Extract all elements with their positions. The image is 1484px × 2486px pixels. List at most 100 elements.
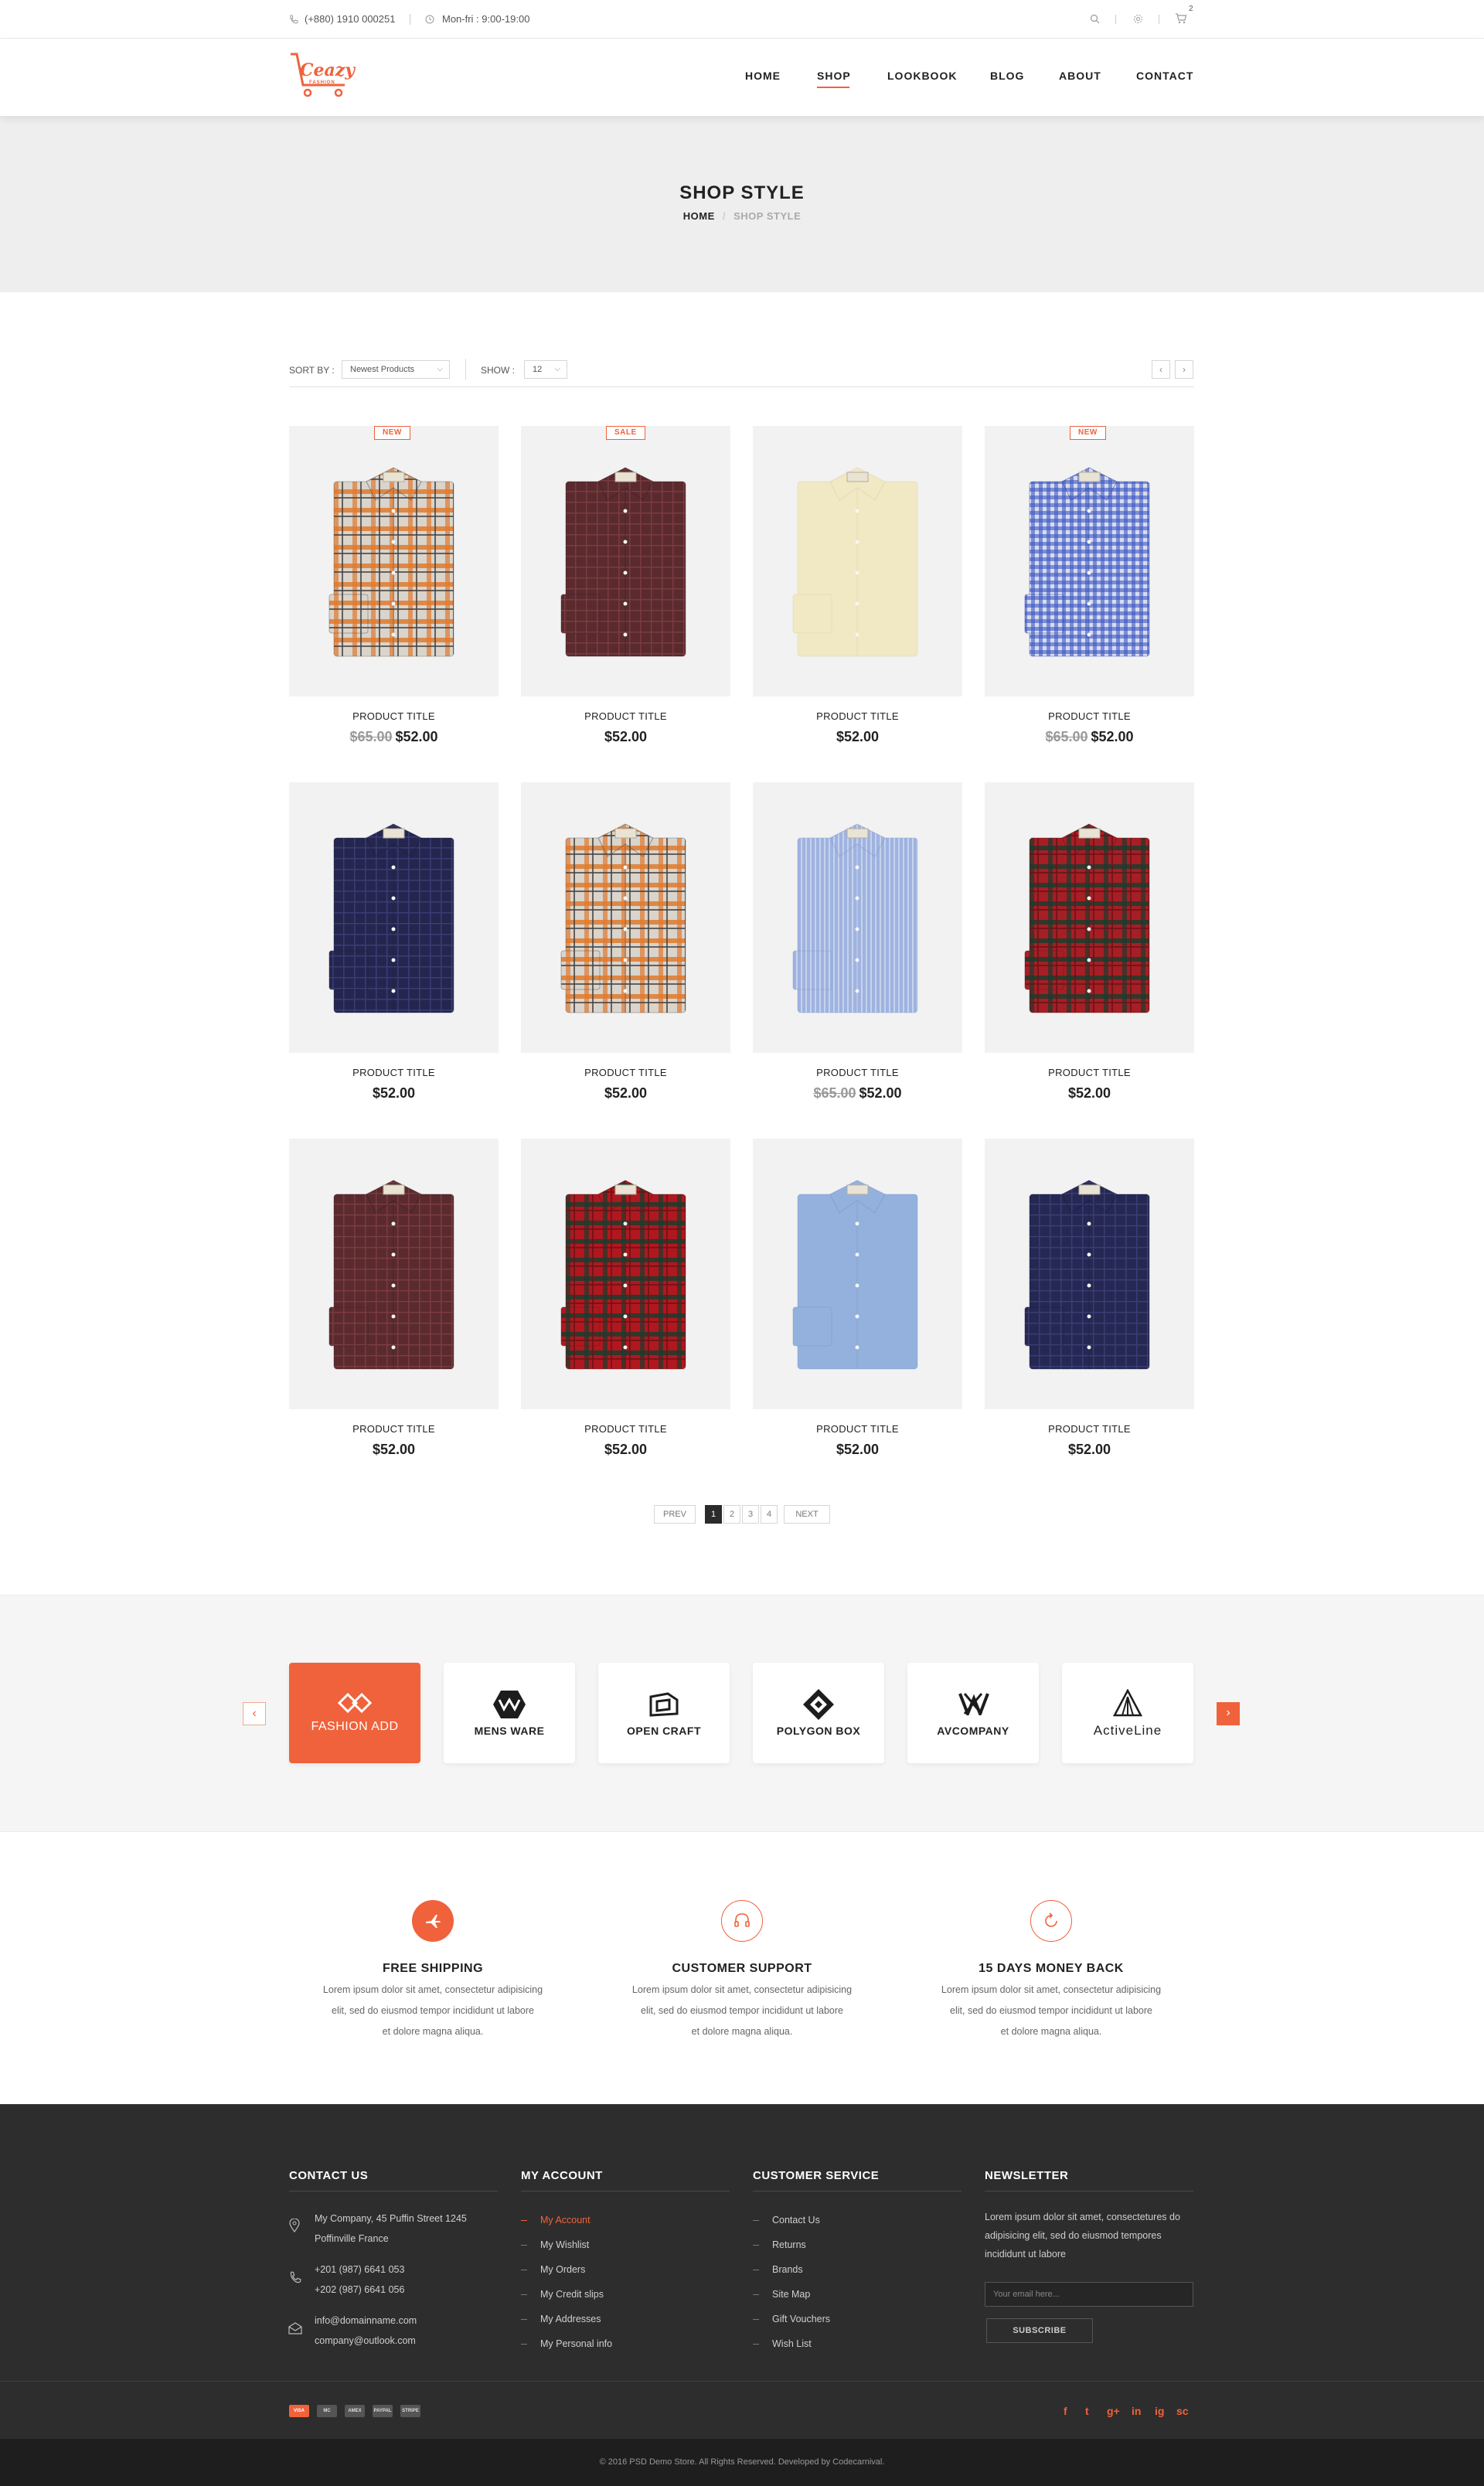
phone-number: (+880) 1910 000251 xyxy=(305,13,396,25)
subscribe-button[interactable]: SUBSCRIBE xyxy=(986,2318,1093,2343)
email-link[interactable]: info@domainname.com xyxy=(315,2311,417,2331)
breadcrumb: HOME / SHOP STYLE xyxy=(0,210,1484,222)
breadcrumb-home[interactable]: HOME xyxy=(683,210,715,222)
pagination-page-4[interactable]: 4 xyxy=(761,1505,778,1524)
service-text: Lorem ipsum dolor sit amet, consectetur … xyxy=(924,1980,1179,2042)
footer-link[interactable]: My Orders xyxy=(540,2264,585,2275)
newsletter-email-input[interactable]: Your email here... xyxy=(985,2282,1193,2307)
nav-blog[interactable]: BLOG xyxy=(990,70,1024,82)
nav-shop[interactable]: SHOP xyxy=(817,70,851,82)
refresh-icon xyxy=(1045,1912,1057,1927)
footer-emails: info@domainname.com company@outlook.com xyxy=(315,2311,417,2351)
nav-contact[interactable]: CONTACT xyxy=(1136,70,1193,82)
footer-link[interactable]: Brands xyxy=(772,2264,803,2275)
product-image[interactable] xyxy=(753,426,962,696)
product-image[interactable] xyxy=(985,1139,1194,1409)
footer-link[interactable]: My Addresses xyxy=(540,2314,601,2324)
product-title[interactable]: PRODUCT TITLE xyxy=(521,710,730,722)
search-icon[interactable] xyxy=(1090,14,1100,28)
product-price: $52.00 xyxy=(289,1442,499,1458)
divider xyxy=(0,2381,1484,2382)
product-image[interactable] xyxy=(521,426,730,696)
product-title[interactable]: PRODUCT TITLE xyxy=(521,1067,730,1078)
nav-about[interactable]: ABOUT xyxy=(1059,70,1101,82)
list-bullet xyxy=(521,2294,527,2295)
brand-fashion-add[interactable]: FASHION ADD xyxy=(289,1663,420,1763)
cart-icon[interactable] xyxy=(1175,12,1187,28)
current-price: $52.00 xyxy=(836,729,880,744)
plane-icon xyxy=(426,1915,441,1928)
brand-polygon-box[interactable]: POLYGON BOX xyxy=(753,1663,884,1763)
product-title[interactable]: PRODUCT TITLE xyxy=(753,710,962,722)
product-title[interactable]: PRODUCT TITLE xyxy=(289,1423,499,1435)
footer-link[interactable]: My Account xyxy=(540,2215,591,2225)
product-image[interactable] xyxy=(521,1139,730,1409)
pagination-page-3[interactable]: 3 xyxy=(742,1505,759,1524)
sort-select[interactable]: Newest Products ⌵ xyxy=(342,360,450,379)
service-title: 15 DAYS MONEY BACK xyxy=(979,1962,1124,1975)
brand-activeline[interactable]: ActiveLine xyxy=(1062,1663,1193,1763)
google-plus-icon[interactable]: g+ xyxy=(1107,2405,1120,2417)
footer-link[interactable]: Returns xyxy=(772,2239,806,2250)
service-title: FREE SHIPPING xyxy=(382,1962,484,1975)
linkedin-icon[interactable]: in xyxy=(1132,2405,1141,2417)
soundcloud-icon[interactable]: sc xyxy=(1176,2405,1189,2417)
chevron-down-icon: ⌵ xyxy=(437,365,443,373)
product-title[interactable]: PRODUCT TITLE xyxy=(521,1423,730,1435)
service-text-line: Lorem ipsum dolor sit amet, consectetur … xyxy=(631,1984,853,1995)
product-title[interactable]: PRODUCT TITLE xyxy=(985,1067,1194,1078)
next-page-arrow[interactable]: › xyxy=(1175,360,1193,379)
service-title: CUSTOMER SUPPORT xyxy=(672,1962,812,1975)
product-title[interactable]: PRODUCT TITLE xyxy=(289,1067,499,1078)
shirt-icon xyxy=(792,823,918,1013)
product-title[interactable]: PRODUCT TITLE xyxy=(753,1067,962,1078)
brands-prev-arrow[interactable]: ‹ xyxy=(243,1702,266,1725)
product-title[interactable]: PRODUCT TITLE xyxy=(985,1423,1194,1435)
product-price: $52.00 xyxy=(753,1442,962,1458)
divider xyxy=(465,359,466,380)
prev-page-arrow[interactable]: ‹ xyxy=(1152,360,1170,379)
brand-mens-ware[interactable]: MENS WARE xyxy=(444,1663,575,1763)
pagination-prev[interactable]: PREV xyxy=(654,1505,696,1524)
product-image[interactable] xyxy=(521,782,730,1053)
footer-link[interactable]: My Wishlist xyxy=(540,2239,589,2250)
footer-link[interactable]: Wish List xyxy=(772,2338,812,2349)
nav-home[interactable]: HOME xyxy=(745,70,781,82)
brands-next-arrow[interactable]: › xyxy=(1217,1702,1240,1725)
product-image[interactable] xyxy=(985,426,1194,696)
gear-icon[interactable] xyxy=(1133,14,1143,28)
brands-carousel: ‹ › FASHION ADD MENS WARE OPEN CRAFT POL… xyxy=(0,1595,1484,1832)
product-title[interactable]: PRODUCT TITLE xyxy=(289,710,499,722)
product-image[interactable] xyxy=(289,1139,499,1409)
brand-avcompany[interactable]: AVCOMPANY xyxy=(907,1663,1039,1763)
pagination-next[interactable]: NEXT xyxy=(784,1505,830,1524)
divider xyxy=(1115,15,1116,24)
product-image[interactable] xyxy=(289,782,499,1053)
twitter-icon[interactable]: t xyxy=(1085,2405,1089,2417)
footer-link[interactable]: Contact Us xyxy=(772,2215,820,2225)
facebook-icon[interactable]: f xyxy=(1064,2405,1067,2417)
service-free-shipping xyxy=(412,1900,454,1942)
product-image[interactable] xyxy=(753,1139,962,1409)
service-text-line: et dolore magna aliqua. xyxy=(1000,2026,1102,2037)
site-logo[interactable]: Ceazy FASHION xyxy=(289,51,355,105)
product-image[interactable] xyxy=(753,782,962,1053)
footer-link[interactable]: My Credit slips xyxy=(540,2289,604,2300)
instagram-icon[interactable]: ig xyxy=(1155,2405,1164,2417)
nav-lookbook[interactable]: LOOKBOOK xyxy=(887,70,957,82)
footer-link[interactable]: My Personal info xyxy=(540,2338,612,2349)
show-select[interactable]: 12 ⌵ xyxy=(524,360,567,379)
product-title[interactable]: PRODUCT TITLE xyxy=(985,710,1194,722)
brand-open-craft[interactable]: OPEN CRAFT xyxy=(598,1663,730,1763)
footer-heading-account: MY ACCOUNT xyxy=(521,2169,603,2182)
pagination-page-2[interactable]: 2 xyxy=(723,1505,740,1524)
pagination-page-1[interactable]: 1 xyxy=(705,1505,722,1524)
product-image[interactable] xyxy=(289,426,499,696)
footer-link[interactable]: Gift Vouchers xyxy=(772,2314,830,2324)
old-price: $65.00 xyxy=(1045,729,1088,744)
email-link[interactable]: company@outlook.com xyxy=(315,2331,417,2351)
current-price: $52.00 xyxy=(395,729,438,744)
product-title[interactable]: PRODUCT TITLE xyxy=(753,1423,962,1435)
product-image[interactable] xyxy=(985,782,1194,1053)
footer-link[interactable]: Site Map xyxy=(772,2289,810,2300)
